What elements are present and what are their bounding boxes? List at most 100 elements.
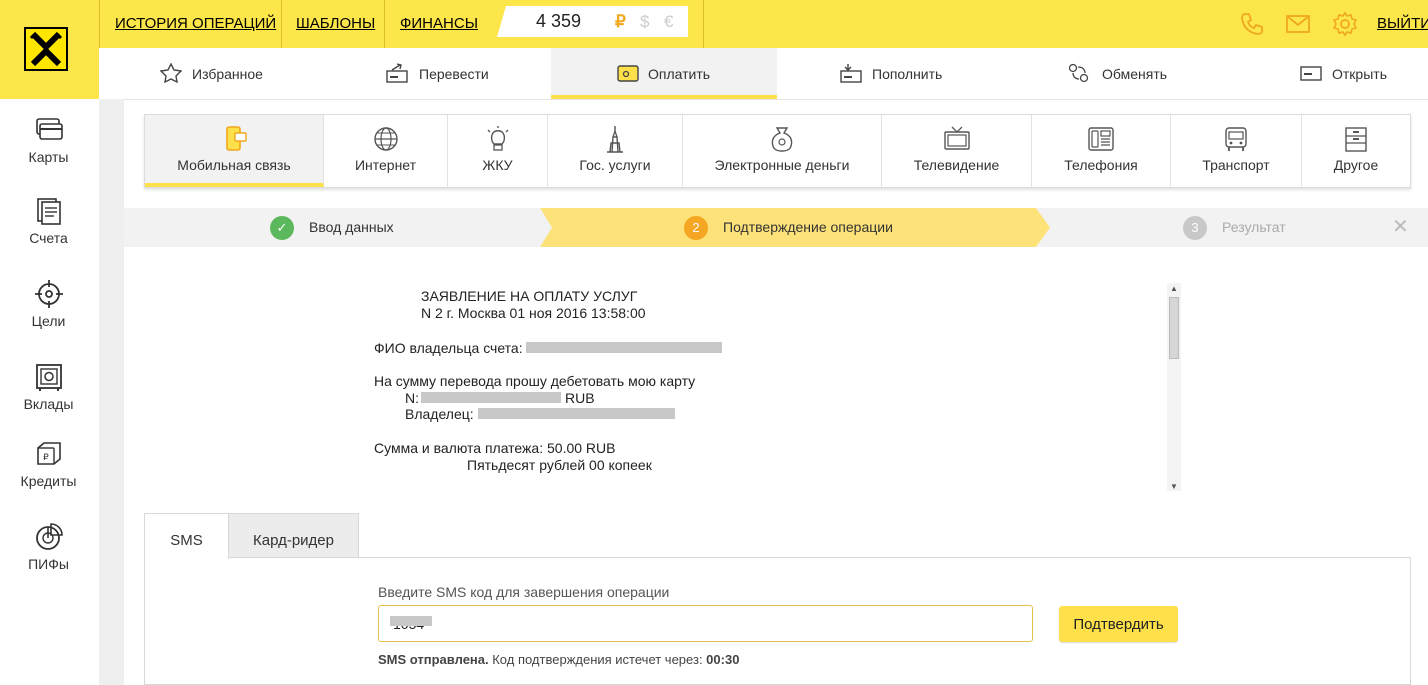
divider [703, 0, 704, 48]
currency-eur[interactable]: € [664, 6, 673, 37]
sms-status-text: Код подтверждения истечет через: [488, 652, 707, 667]
balance-widget[interactable]: 4 359 ₽ $ € [497, 6, 688, 37]
safe-icon [35, 364, 62, 391]
nav-label: Избранное [192, 66, 263, 82]
credit-icon: ₽ [36, 442, 61, 465]
holder-label: Владелец: [405, 406, 478, 422]
category-label: Гос. услуги [579, 157, 651, 173]
tab-card-reader[interactable]: Кард-ридер [228, 513, 359, 558]
step-2-number: 2 [684, 216, 708, 240]
redacted-card-number [421, 392, 561, 403]
finance-link[interactable]: ФИНАНСЫ [400, 0, 478, 48]
currency-usd[interactable]: $ [640, 6, 649, 37]
globe-icon [373, 127, 398, 151]
phone-icon[interactable] [1239, 11, 1265, 37]
divider [99, 0, 100, 48]
sms-status: SMS отправлена. Код подтверждения истече… [378, 652, 739, 667]
category-label: Транспорт [1202, 157, 1270, 173]
close-icon[interactable]: ✕ [1392, 214, 1409, 239]
category-label: Другое [1333, 157, 1379, 173]
confirm-button[interactable]: Подтвердить [1059, 606, 1178, 642]
settings-icon[interactable] [1332, 11, 1358, 37]
document-area [124, 247, 1428, 497]
target-icon [34, 280, 63, 308]
debit-text: На сумму перевода прошу дебетовать мою к… [374, 373, 696, 389]
bus-icon [1225, 127, 1247, 151]
transfer-icon [386, 63, 408, 83]
star-icon [160, 63, 182, 83]
sidebar-gutter [99, 99, 124, 685]
sms-status-bold: SMS отправлена. [378, 652, 489, 667]
bulb-icon [487, 126, 508, 151]
category-e-money[interactable]: Электронные деньги [683, 115, 882, 187]
card-currency: RUB [565, 390, 595, 406]
category-utilities[interactable]: ЖКУ [448, 115, 548, 187]
nav-top-up[interactable]: Пополнить [840, 48, 980, 99]
top-up-icon [840, 64, 862, 83]
category-bar: Мобильная связь Интернет ЖКУ Гос. услуги… [144, 114, 1411, 188]
money-bag-icon [771, 127, 793, 152]
mail-icon[interactable] [1285, 11, 1311, 37]
pie-chart-icon [35, 523, 63, 550]
category-transport[interactable]: Транспорт [1171, 115, 1302, 187]
category-other[interactable]: Другое [1302, 115, 1410, 187]
nav-pay[interactable]: Оплатить [617, 48, 757, 99]
sidebar-label: ПИФы [28, 556, 69, 572]
step-3-number: 3 [1183, 216, 1207, 240]
nav-open[interactable]: Открыть [1300, 48, 1410, 99]
sidebar-label: Кредиты [20, 473, 77, 489]
step-1-label: Ввод данных [309, 219, 394, 235]
divider [384, 0, 385, 48]
category-internet[interactable]: Интернет [324, 115, 448, 187]
box-icon [1345, 127, 1367, 152]
nav-label: Оплатить [648, 66, 711, 82]
exchange-icon [1068, 63, 1089, 83]
category-telephony[interactable]: Телефония [1032, 115, 1171, 187]
sidebar-item-funds[interactable]: ПИФы [0, 522, 97, 572]
category-gov-services[interactable]: Гос. услуги [548, 115, 683, 187]
bank-logo[interactable] [24, 27, 68, 71]
logout-link[interactable]: ВЫЙТИ [1377, 0, 1428, 48]
category-tv[interactable]: Телевидение [882, 115, 1032, 187]
wallet-icon [617, 65, 639, 82]
mobile-icon [226, 126, 247, 151]
sidebar-label: Цели [31, 313, 66, 329]
nav-favorites[interactable]: Избранное [160, 48, 300, 99]
balance-amount: 4 359 [536, 11, 582, 31]
sidebar-item-deposits[interactable]: Вклады [0, 362, 97, 412]
cards-icon [35, 118, 63, 140]
scrollbar-thumb[interactable] [1169, 297, 1179, 359]
sms-timer: 00:30 [706, 652, 740, 667]
sidebar-item-credits[interactable]: ₽ Кредиты [0, 439, 97, 489]
currency-rub[interactable]: ₽ [615, 6, 626, 37]
document-title: ЗАЯВЛЕНИЕ НА ОПЛАТУ УСЛУГ [421, 288, 638, 304]
nav-label: Пополнить [872, 66, 943, 82]
sidebar-item-cards[interactable]: Карты [0, 115, 97, 165]
svg-text:₽: ₽ [43, 453, 49, 463]
redacted-owner-name [526, 342, 722, 353]
sidebar-item-goals[interactable]: Цели [0, 279, 97, 329]
redacted-holder-name [478, 408, 675, 419]
history-link[interactable]: ИСТОРИЯ ОПЕРАЦИЙ [115, 0, 276, 48]
category-mobile[interactable]: Мобильная связь [145, 115, 324, 187]
accounts-icon [36, 198, 61, 225]
sidebar-item-accounts[interactable]: Счета [0, 196, 97, 246]
nav-transfer[interactable]: Перевести [386, 48, 526, 99]
sms-prompt: Введите SMS код для завершения операции [378, 584, 670, 600]
open-account-icon [1300, 66, 1322, 81]
divider [281, 0, 282, 48]
sms-code-input[interactable] [378, 605, 1033, 642]
category-label: Телевидение [913, 157, 1000, 173]
nav-label: Открыть [1332, 66, 1387, 82]
scroll-down-icon[interactable]: ▼ [1170, 482, 1178, 491]
nav-label: Перевести [419, 66, 489, 82]
tab-sms[interactable]: SMS [144, 513, 229, 559]
category-label: ЖКУ [482, 157, 513, 173]
category-label: Мобильная связь [177, 157, 291, 173]
nav-exchange[interactable]: Обменять [1068, 48, 1208, 99]
tv-icon [943, 126, 970, 150]
document-number: N 2 г. Москва 01 ноя 2016 13:58:00 [421, 305, 646, 321]
scroll-up-icon[interactable]: ▲ [1170, 284, 1178, 293]
step-3-label: Результат [1222, 219, 1286, 235]
templates-link[interactable]: ШАБЛОНЫ [296, 0, 375, 48]
